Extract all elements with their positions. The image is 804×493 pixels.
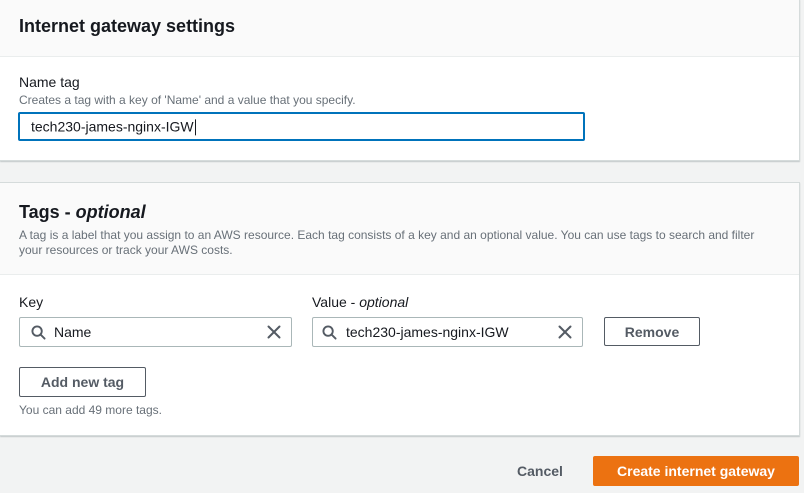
search-icon: [30, 324, 46, 340]
create-internet-gateway-button[interactable]: Create internet gateway: [593, 456, 799, 486]
name-tag-label: Name tag: [19, 74, 80, 90]
tags-description: A tag is a label that you assign to an A…: [19, 228, 755, 257]
name-tag-value: tech230-james-nginx-IGW: [31, 117, 196, 136]
value-label: Value - optional: [312, 294, 409, 310]
name-tag-description: Creates a tag with a key of 'Name' and a…: [19, 93, 356, 107]
close-icon[interactable]: [266, 324, 282, 340]
tag-value-value: tech230-james-nginx-IGW: [346, 324, 509, 340]
tag-limit-text: You can add 49 more tags.: [19, 403, 162, 417]
name-tag-input[interactable]: tech230-james-nginx-IGW: [18, 112, 585, 141]
add-new-tag-button[interactable]: Add new tag: [19, 367, 146, 397]
panel-header: Tags - optional A tag is a label that yo…: [0, 183, 799, 275]
panel-title: Internet gateway settings: [19, 16, 236, 36]
close-icon[interactable]: [557, 324, 573, 340]
internet-gateway-settings-panel: Internet gateway settings Name tag Creat…: [0, 0, 800, 161]
tag-value-input[interactable]: tech230-james-nginx-IGW: [312, 317, 583, 347]
panel-title: Tags - optional: [19, 202, 146, 222]
panel-header: Internet gateway settings: [0, 0, 799, 57]
tag-key-input[interactable]: Name: [19, 317, 292, 347]
tags-panel: Tags - optional A tag is a label that yo…: [0, 182, 800, 436]
cancel-button[interactable]: Cancel: [505, 456, 575, 486]
remove-tag-button[interactable]: Remove: [604, 317, 700, 346]
key-label: Key: [19, 294, 44, 310]
tag-key-value: Name: [54, 324, 92, 340]
search-icon: [321, 324, 337, 340]
